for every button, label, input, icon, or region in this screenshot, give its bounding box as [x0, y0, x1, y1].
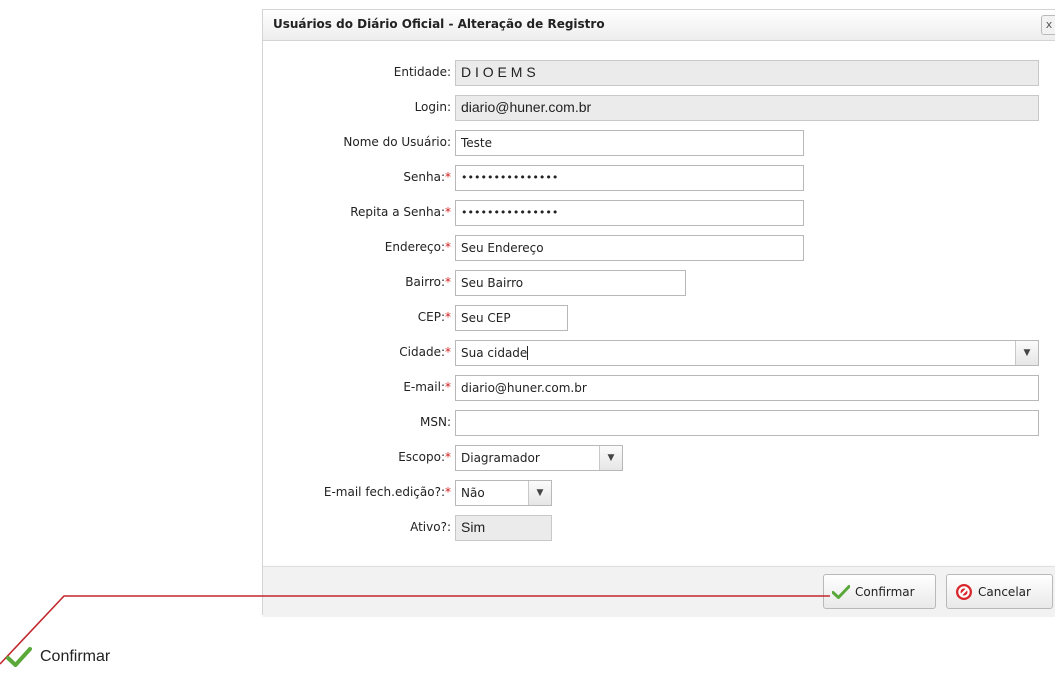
senha-input[interactable]: •••••••••••••••: [455, 165, 804, 191]
chevron-down-icon[interactable]: ▼: [1015, 341, 1038, 365]
confirm-button-label: Confirmar: [855, 584, 915, 599]
required-mark: *: [445, 205, 451, 219]
chevron-down-icon[interactable]: ▼: [528, 481, 551, 505]
dialog-footer: Confirmar Cancelar: [263, 566, 1055, 617]
repita-senha-label: Repita a Senha:*: [350, 205, 451, 219]
email-label: E-mail:*: [403, 380, 451, 394]
required-mark: *: [445, 275, 451, 289]
required-mark: *: [445, 170, 451, 184]
cidade-value: Sua cidade: [461, 346, 528, 360]
edit-user-dialog: Usuários do Diário Oficial - Alteração d…: [262, 9, 1055, 617]
checkmark-icon: [832, 584, 850, 599]
bairro-label: Bairro:*: [405, 275, 451, 289]
email-input[interactable]: diario@huner.com.br: [455, 375, 1039, 401]
required-mark: *: [445, 485, 451, 499]
cidade-select[interactable]: Sua cidade ▼: [455, 340, 1039, 366]
cep-input[interactable]: Seu CEP: [455, 305, 568, 331]
required-mark: *: [445, 380, 451, 394]
required-mark: *: [445, 310, 451, 324]
user-form: Entidade: D I O E M S Login: diario@hune…: [263, 41, 1055, 565]
nome-label: Nome do Usuário:: [343, 135, 451, 149]
required-mark: *: [445, 450, 451, 464]
required-mark: *: [445, 240, 451, 254]
text-cursor: [527, 346, 529, 360]
senha-label: Senha:*: [403, 170, 451, 184]
ativo-field: Sim: [455, 515, 552, 541]
msn-input[interactable]: [455, 410, 1039, 436]
email-fech-value: Não: [461, 486, 485, 500]
endereco-input[interactable]: Seu Endereço: [455, 235, 804, 261]
dialog-title: Usuários do Diário Oficial - Alteração d…: [273, 17, 605, 31]
login-field: diario@huner.com.br: [455, 95, 1039, 121]
checkmark-icon: [6, 647, 32, 667]
login-label: Login:: [414, 100, 451, 114]
email-fech-label: E-mail fech.edição?:*: [323, 485, 451, 499]
zoomed-confirm-callout: Confirmar: [6, 641, 110, 673]
escopo-value: Diagramador: [461, 451, 540, 465]
entidade-field: D I O E M S: [455, 60, 1039, 86]
repita-senha-input[interactable]: •••••••••••••••: [455, 200, 804, 226]
msn-label: MSN:: [420, 415, 451, 429]
email-fech-select[interactable]: Não ▼: [455, 480, 552, 506]
cep-label: CEP:*: [417, 310, 451, 324]
no-entry-icon: [956, 583, 972, 600]
nome-usuario-input[interactable]: Teste: [455, 130, 804, 156]
endereco-label: Endereço:*: [384, 240, 451, 254]
bairro-input[interactable]: Seu Bairro: [455, 270, 686, 296]
cidade-label: Cidade:*: [399, 345, 451, 359]
cancel-button[interactable]: Cancelar: [946, 574, 1053, 609]
escopo-label: Escopo:*: [398, 450, 451, 464]
dialog-titlebar: Usuários do Diário Oficial - Alteração d…: [263, 10, 1055, 41]
close-icon[interactable]: x: [1041, 15, 1055, 35]
cancel-button-label: Cancelar: [978, 584, 1031, 599]
required-mark: *: [445, 345, 451, 359]
ativo-label: Ativo?:: [410, 520, 451, 534]
chevron-down-icon[interactable]: ▼: [599, 446, 622, 470]
zoomed-confirm-label: Confirmar: [40, 648, 111, 665]
entidade-label: Entidade:: [393, 65, 451, 79]
confirm-button[interactable]: Confirmar: [823, 574, 936, 609]
escopo-select[interactable]: Diagramador ▼: [455, 445, 623, 471]
